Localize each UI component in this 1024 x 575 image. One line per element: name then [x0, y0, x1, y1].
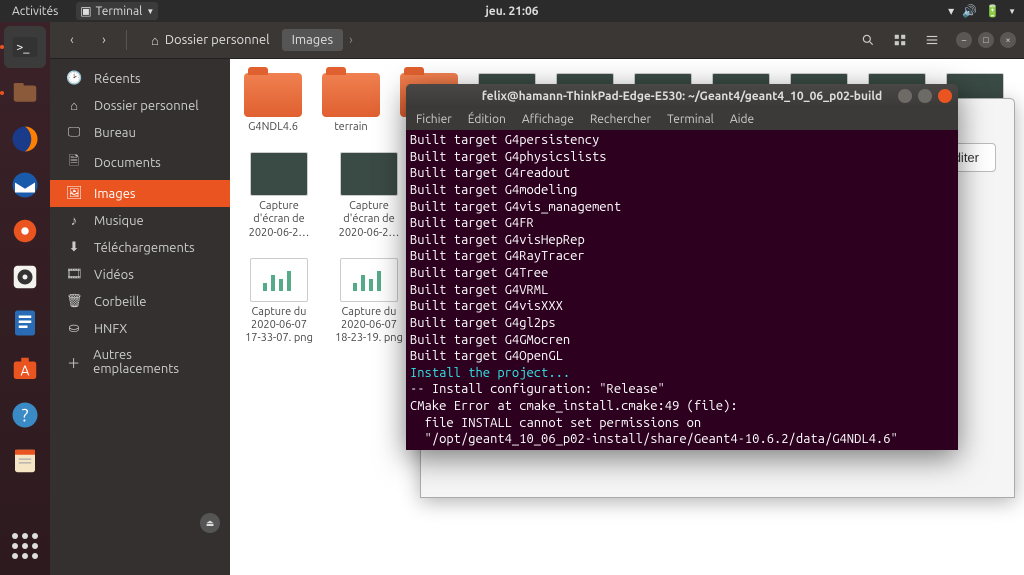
video-icon: 🎞: [66, 267, 82, 282]
dock-apps[interactable]: [4, 525, 46, 567]
file-label: Capture du 2020-06-07 18-23-19. png: [334, 306, 404, 346]
dock-thunderbird[interactable]: [4, 164, 46, 206]
image-thumb: [340, 152, 398, 196]
dock-app[interactable]: [4, 210, 46, 252]
plus-icon: ＋: [66, 353, 81, 372]
menu-rechercher[interactable]: Rechercher: [590, 113, 651, 126]
svg-text:A: A: [21, 362, 30, 378]
terminal-menubar: Fichier Édition Affichage Rechercher Termina…: [406, 108, 958, 130]
trash-icon: 🗑: [66, 294, 82, 309]
terminal-titlebar[interactable]: felix@hamann-ThinkPad-Edge-E530: ~/Geant…: [406, 84, 958, 108]
sidebar-item-documents[interactable]: 🗎Documents: [50, 146, 230, 180]
volume-icon: 🔊: [962, 4, 977, 18]
doc-icon: 🗎: [66, 152, 82, 174]
dock-firefox[interactable]: [4, 118, 46, 160]
chevron-down-icon: ▼: [146, 7, 154, 16]
file-item[interactable]: G4NDL4.6: [244, 73, 302, 134]
term-close-button[interactable]: [938, 89, 952, 103]
sidebar-item-autres-emplacements[interactable]: ＋Autres emplacements: [50, 342, 230, 382]
dock-notes[interactable]: [4, 440, 46, 482]
activities-button[interactable]: Activités: [8, 3, 62, 20]
chevron-right-icon: ›: [349, 33, 353, 47]
term-max-button[interactable]: [918, 89, 932, 103]
music-icon: ♪: [66, 213, 82, 228]
terminal-output[interactable]: Built target G4persistency Built target …: [406, 130, 958, 450]
dock-files[interactable]: [4, 72, 46, 114]
disk-icon: ⛀: [66, 321, 82, 336]
hamburger-button[interactable]: [918, 26, 946, 54]
term-min-button[interactable]: [898, 89, 912, 103]
sidebar-item-téléchargements[interactable]: ⬇Téléchargements: [50, 234, 230, 261]
top-panel: Activités ▣ Terminal ▼ jeu. 21:06 ▾ 🔊 🔋 …: [0, 0, 1024, 22]
dock-software[interactable]: A: [4, 348, 46, 390]
forward-button[interactable]: ›: [90, 26, 118, 54]
app-menu[interactable]: ▣ Terminal ▼: [76, 2, 158, 20]
files-toolbar: ‹ › ⌂ Dossier personnel Images › – □ ×: [50, 22, 1024, 59]
image-thumb: [250, 152, 308, 196]
file-item[interactable]: terrain: [322, 73, 380, 134]
svg-text:>_: >_: [16, 40, 30, 54]
window-close-button[interactable]: ×: [1000, 32, 1016, 48]
clock[interactable]: jeu. 21:06: [485, 5, 538, 18]
sidebar-item-hnfx[interactable]: ⛀HNFX: [50, 315, 230, 342]
sidebar-item-musique[interactable]: ♪Musique: [50, 207, 230, 234]
window-min-button[interactable]: –: [956, 32, 972, 48]
files-sidebar: 🕑Récents⌂Dossier personnel🖵Bureau🗎Docume…: [50, 59, 230, 575]
sidebar-item-vidéos[interactable]: 🎞Vidéos: [50, 261, 230, 288]
folder-icon: [322, 73, 380, 117]
dock-writer[interactable]: [4, 302, 46, 344]
sidebar-item-corbeille[interactable]: 🗑Corbeille: [50, 288, 230, 315]
dock: >_ A ?: [0, 22, 50, 575]
desktop-icon: 🖵: [66, 125, 82, 140]
dock-rhythmbox[interactable]: [4, 256, 46, 298]
download-icon: ⬇: [66, 240, 82, 255]
folder-icon: [244, 73, 302, 117]
menu-édition[interactable]: Édition: [468, 113, 506, 126]
file-label: Capture d'écran de 2020-06-2…: [244, 200, 314, 240]
status-area[interactable]: ▾ 🔊 🔋 ▼: [948, 4, 1016, 18]
crumb-home[interactable]: ⌂ Dossier personnel: [141, 29, 280, 52]
file-item[interactable]: Capture d'écran de 2020-06-2…: [334, 152, 404, 240]
file-item[interactable]: Capture du 2020-06-07 18-23-19. png: [334, 258, 404, 346]
file-item[interactable]: Capture du 2020-06-07 17-33-07. png: [244, 258, 314, 346]
terminal-icon: ▣: [80, 4, 91, 18]
terminal-title: felix@hamann-ThinkPad-Edge-E530: ~/Geant…: [482, 90, 882, 103]
file-label: Capture d'écran de 2020-06-2…: [334, 200, 404, 240]
image-thumb: [340, 258, 398, 302]
home-icon: ⌂: [151, 33, 159, 48]
eject-icon[interactable]: ⏏: [200, 513, 220, 533]
file-item[interactable]: Capture d'écran de 2020-06-2…: [244, 152, 314, 240]
dock-help[interactable]: ?: [4, 394, 46, 436]
app-name: Terminal: [96, 5, 143, 18]
breadcrumb: ⌂ Dossier personnel Images ›: [141, 29, 353, 52]
image-icon: 🖼: [66, 186, 82, 201]
window-max-button[interactable]: □: [978, 32, 994, 48]
dock-terminal[interactable]: >_: [4, 26, 46, 68]
sidebar-item-bureau[interactable]: 🖵Bureau: [50, 119, 230, 146]
sidebar-item-récents[interactable]: 🕑Récents: [50, 65, 230, 92]
image-thumb: [250, 258, 308, 302]
battery-icon: 🔋: [985, 4, 1000, 18]
clock-icon: 🕑: [66, 71, 82, 86]
menu-terminal[interactable]: Terminal: [667, 113, 714, 126]
menu-fichier[interactable]: Fichier: [416, 113, 452, 126]
menu-aide[interactable]: Aide: [730, 113, 754, 126]
file-label: Capture du 2020-06-07 17-33-07. png: [244, 306, 314, 346]
view-grid-button[interactable]: [886, 26, 914, 54]
chevron-down-icon: ▼: [1008, 7, 1016, 16]
sidebar-item-dossier-personnel[interactable]: ⌂Dossier personnel: [50, 92, 230, 119]
menu-affichage[interactable]: Affichage: [522, 113, 574, 126]
home-icon: ⌂: [66, 98, 82, 113]
crumb-current[interactable]: Images: [282, 29, 344, 51]
file-label: terrain: [322, 121, 380, 134]
network-icon: ▾: [948, 4, 954, 18]
sidebar-item-images[interactable]: 🖼Images: [50, 180, 230, 207]
file-label: G4NDL4.6: [244, 121, 302, 134]
terminal-window: felix@hamann-ThinkPad-Edge-E530: ~/Geant…: [406, 84, 958, 450]
back-button[interactable]: ‹: [58, 26, 86, 54]
svg-text:?: ?: [22, 406, 29, 425]
search-button[interactable]: [854, 26, 882, 54]
